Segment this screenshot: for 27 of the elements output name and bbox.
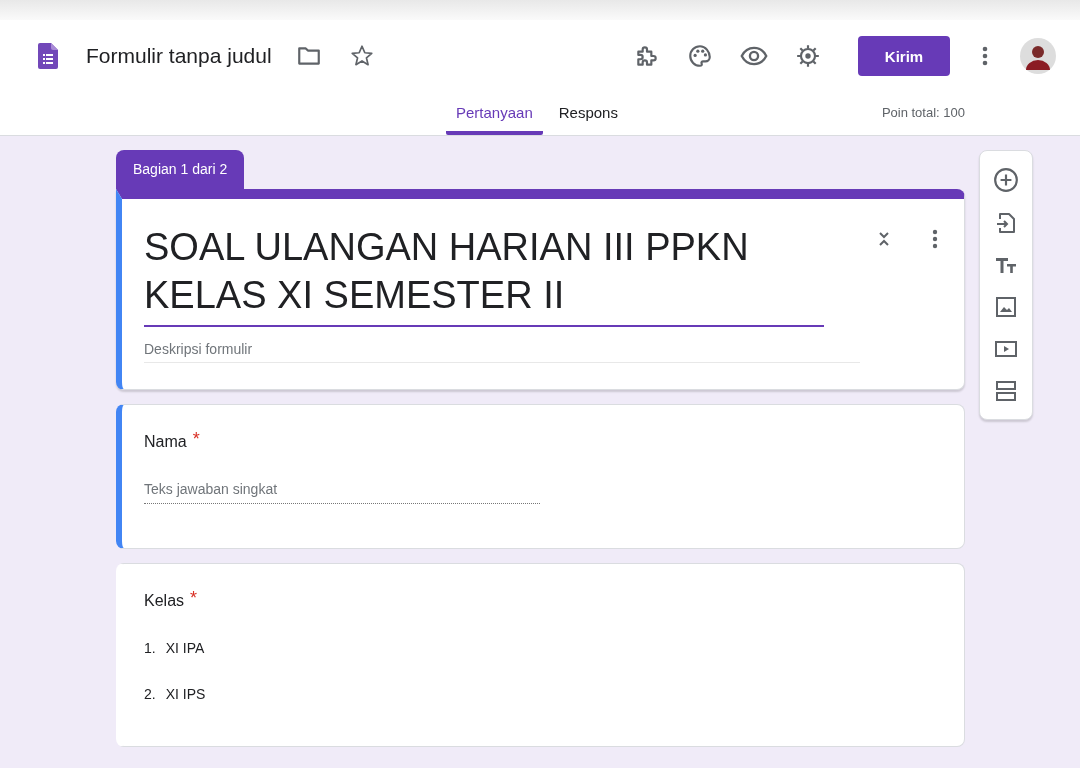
more-options-icon[interactable] bbox=[982, 46, 988, 66]
option-label[interactable]: XI IPA bbox=[165, 640, 205, 656]
image-icon[interactable] bbox=[994, 295, 1018, 319]
total-points: Poin total: 100 bbox=[881, 105, 965, 120]
section-icon[interactable] bbox=[994, 379, 1018, 403]
avatar-icon[interactable] bbox=[1020, 38, 1056, 74]
required-mark: * bbox=[190, 588, 198, 609]
tab[interactable]: Respons bbox=[548, 104, 628, 135]
import-icon[interactable] bbox=[994, 211, 1018, 235]
form-title[interactable]: Formulir tanpa judul bbox=[86, 44, 272, 68]
option-number: 1. bbox=[144, 640, 156, 656]
add-question-icon[interactable] bbox=[993, 167, 1019, 193]
send-button[interactable]: Kirim bbox=[858, 36, 950, 76]
forms-logo-icon bbox=[38, 43, 58, 69]
tab[interactable]: Pertanyaan bbox=[446, 104, 543, 135]
puzzle-icon[interactable] bbox=[634, 43, 660, 69]
required-mark: * bbox=[192, 429, 200, 450]
question-card[interactable]: Nama * Teks jawaban singkat bbox=[116, 404, 965, 549]
question-card[interactable]: Kelas * 1. XI IPA 2. XI IPS bbox=[116, 563, 965, 747]
question-title: Nama bbox=[144, 433, 187, 451]
palette-icon[interactable] bbox=[687, 43, 713, 69]
collapse-icon[interactable] bbox=[878, 231, 890, 247]
question-title: Kelas bbox=[144, 592, 185, 610]
more-options-icon[interactable] bbox=[932, 229, 938, 249]
settings-icon[interactable] bbox=[795, 43, 821, 69]
option-number: 2. bbox=[144, 686, 156, 702]
option-label[interactable]: XI IPS bbox=[165, 686, 206, 702]
